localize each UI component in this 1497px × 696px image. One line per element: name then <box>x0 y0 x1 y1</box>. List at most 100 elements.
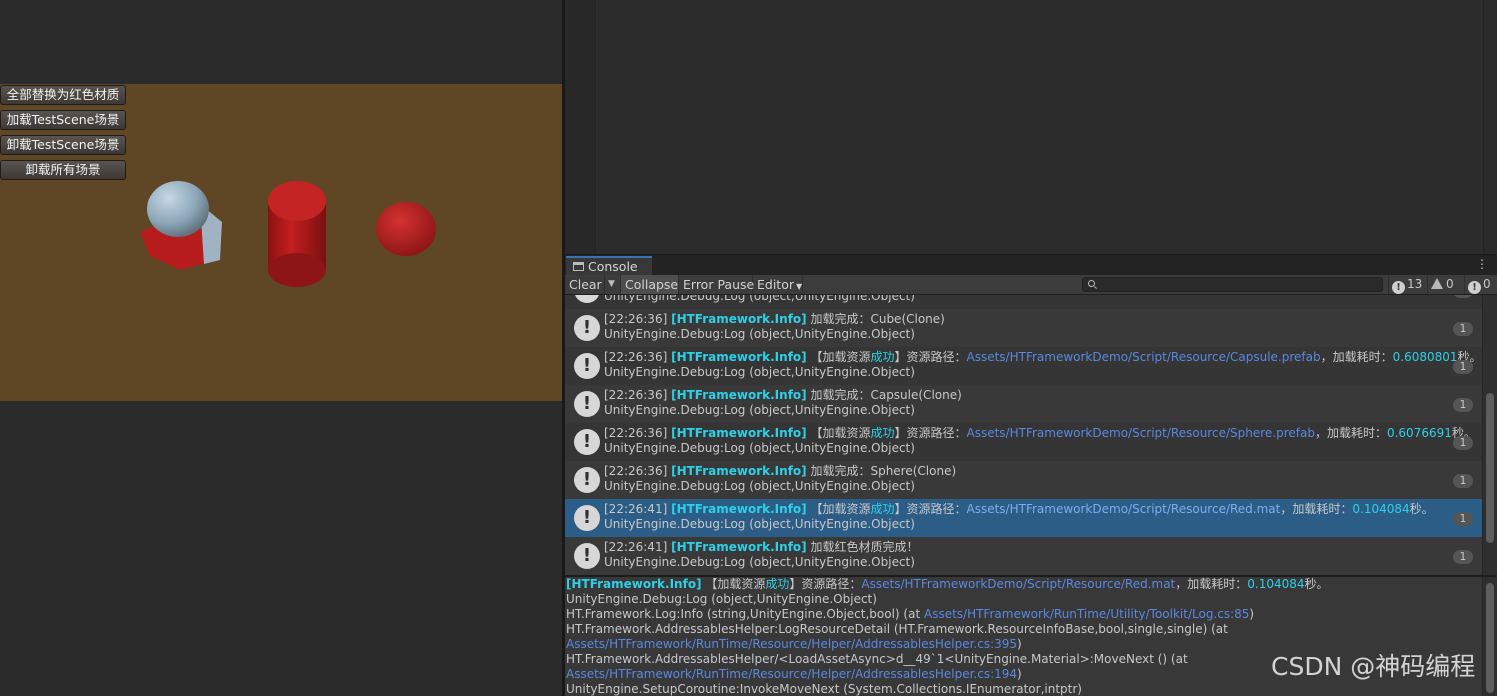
log-count-badge: 1 <box>1453 360 1473 374</box>
log-list: ! UnityEngine.Debug:Log (object,UnityEng… <box>565 295 1482 576</box>
search-input[interactable] <box>1082 277 1383 292</box>
log-stack-line: UnityEngine.Debug:Log (object,UnityEngin… <box>604 365 915 379</box>
collapse-toggle[interactable]: Collapse <box>621 275 679 294</box>
info-count: 13 <box>1407 277 1423 291</box>
game-view: 全部替换为红色材质 加载TestScene场景 卸载TestScene场景 卸载… <box>0 0 562 696</box>
log-message-line: [22:26:36] [HTFramework.Info] 加载完成：Cube(… <box>604 312 945 327</box>
clear-options-chevron-down-icon[interactable]: ▼ <box>605 275 621 294</box>
unity-editor: 全部替换为红色材质 加载TestScene场景 卸载TestScene场景 卸载… <box>0 0 1497 696</box>
log-duration: 0.6080801 <box>1392 350 1458 364</box>
log-row[interactable]: ! [22:26:36] [HTFramework.Info] 加载完成：Sphe… <box>565 461 1482 499</box>
source-link[interactable]: Assets/HTFramework/RunTime/Utility/Toolk… <box>924 607 1249 621</box>
source-link[interactable]: Assets/HTFramework/RunTime/Resource/Help… <box>566 637 1017 651</box>
log-row[interactable]: ! [22:26:41] [HTFramework.Info] 【加载资源成功】资… <box>565 499 1482 537</box>
log-tag: [HTFramework.Info] <box>671 350 807 364</box>
detail-stack-line: Assets/HTFramework/RunTime/Resource/Help… <box>566 667 1022 682</box>
log-tag: [HTFramework.Info] <box>671 388 807 402</box>
log-message-line: [22:26:41] [HTFramework.Info] 加载红色材质完成！ <box>604 540 918 555</box>
log-row[interactable]: ! [22:26:36] [HTFramework.Info] 加载完成：Cube… <box>565 309 1482 347</box>
detail-text: 【加载资源 <box>701 577 766 591</box>
info-icon: ! <box>574 295 600 303</box>
info-icon: ! <box>574 467 600 493</box>
detail-asset-link[interactable]: Assets/HTFrameworkDemo/Script/Resource/R… <box>861 577 1175 591</box>
log-list-scroll-thumb[interactable] <box>1486 393 1494 543</box>
detail-text: 秒。 <box>1304 577 1329 591</box>
log-asset-link[interactable]: Assets/HTFrameworkDemo/Script/Resource/S… <box>967 426 1315 440</box>
top-panel-gutter <box>565 0 596 254</box>
unload-all-scenes-button[interactable]: 卸载所有场景 <box>0 160 126 180</box>
tab-console-label: Console <box>588 259 638 274</box>
info-icon: ! <box>574 315 600 341</box>
sphere-object <box>376 202 436 256</box>
log-text: 【加载资源 <box>806 502 871 516</box>
detail-scroll-thumb[interactable] <box>1486 583 1494 693</box>
log-count-badge: 1 <box>1453 398 1473 412</box>
detail-tag: [HTFramework.Info] <box>566 577 702 591</box>
replace-red-material-button[interactable]: 全部替换为红色材质 <box>0 85 126 105</box>
warning-count-toggle[interactable]: 0 <box>1427 275 1463 294</box>
load-testscene-button[interactable]: 加载TestScene场景 <box>0 110 126 130</box>
log-asset-link[interactable]: Assets/HTFrameworkDemo/Script/Resource/C… <box>967 350 1321 364</box>
info-count-toggle[interactable]: ! 13 <box>1388 275 1426 294</box>
console-tab-bar: Console ⋮ <box>565 254 1497 276</box>
clear-button[interactable]: Clear <box>565 275 605 294</box>
editor-dropdown[interactable]: Editor ▼ <box>753 275 803 294</box>
log-count-badge: 1 <box>1453 322 1473 336</box>
log-list-scrollbar[interactable] <box>1482 295 1497 576</box>
detail-text: HT.Framework.Log:Info (string,UnityEngin… <box>566 607 924 621</box>
error-pause-toggle[interactable]: Error Pause <box>679 275 754 294</box>
log-highlight: 成功 <box>870 502 895 516</box>
log-time: [22:26:36] <box>604 464 668 478</box>
log-row[interactable]: ! UnityEngine.Debug:Log (object,UnityEng… <box>565 295 1482 309</box>
unload-testscene-button[interactable]: 卸载TestScene场景 <box>0 135 126 155</box>
log-stack-line: UnityEngine.Debug:Log (object,UnityEngin… <box>604 295 915 303</box>
detail-scrollbar[interactable] <box>1482 577 1497 696</box>
detail-text: ) <box>1017 667 1022 681</box>
detail-stack-line: HT.Framework.AddressablesHelper:LogResou… <box>566 622 1228 636</box>
log-stack-line: UnityEngine.Debug:Log (object,UnityEngin… <box>604 479 915 493</box>
log-stack-line: UnityEngine.Debug:Log (object,UnityEngin… <box>604 441 915 455</box>
error-count-toggle[interactable]: ! 0 <box>1464 275 1497 294</box>
search-icon <box>1088 280 1095 287</box>
log-highlight: 成功 <box>870 426 895 440</box>
log-text: ，加载耗时： <box>1314 426 1387 440</box>
detail-stack-line: Assets/HTFramework/RunTime/Resource/Help… <box>566 637 1022 652</box>
log-row[interactable]: ! [22:26:36] [HTFramework.Info] 加载完成：Caps… <box>565 385 1482 423</box>
detail-stack-line: HT.Framework.AddressablesHelper/<LoadAss… <box>566 652 1188 666</box>
source-link[interactable]: Assets/HTFramework/RunTime/Resource/Help… <box>566 667 1017 681</box>
warning-count: 0 <box>1446 277 1454 291</box>
tab-console[interactable]: Console <box>566 256 652 276</box>
log-text: 秒。 <box>1409 502 1434 516</box>
cube-object <box>140 181 222 270</box>
log-text: 】资源路径： <box>894 502 967 516</box>
log-count-badge: 1 <box>1453 474 1473 488</box>
scene-objects <box>140 181 436 287</box>
log-asset-link[interactable]: Assets/HTFrameworkDemo/Script/Resource/R… <box>967 502 1281 516</box>
info-icon: ! <box>574 429 600 455</box>
info-icon: ! <box>574 391 600 417</box>
log-text: ，加载耗时： <box>1280 502 1353 516</box>
log-row[interactable]: ! [22:26:41] [HTFramework.Info] 加载红色材质完成！… <box>565 537 1482 575</box>
log-count-badge: 1 <box>1453 436 1473 450</box>
more-options-icon[interactable]: ⋮ <box>1476 257 1488 272</box>
log-message-line: [22:26:36] [HTFramework.Info] 【加载资源成功】资源… <box>604 426 1476 441</box>
log-row[interactable]: ! [22:26:36] [HTFramework.Info] 【加载资源成功】资… <box>565 423 1482 461</box>
log-tag: [HTFramework.Info] <box>671 426 807 440</box>
log-text: 加载完成：Cube(Clone) <box>806 312 945 326</box>
console-icon <box>573 262 584 271</box>
watermark: CSDN @神码编程 <box>1271 652 1476 681</box>
log-tag: [HTFramework.Info] <box>671 502 807 516</box>
log-count-badge: 1 <box>1453 295 1473 298</box>
log-duration: 0.104084 <box>1352 502 1410 516</box>
log-row[interactable]: ! [22:26:36] [HTFramework.Info] 【加载资源成功】资… <box>565 347 1482 385</box>
detail-text: ) <box>1249 607 1255 621</box>
log-time: [22:26:36] <box>604 388 668 402</box>
log-count-badge: 1 <box>1453 512 1473 526</box>
top-panel-scrollbar[interactable] <box>1483 0 1497 254</box>
top-panel <box>565 0 1497 254</box>
console-toolbar: Clear ▼ Collapse Error Pause Editor ▼ ! 13… <box>565 275 1497 295</box>
detail-message-line: [HTFramework.Info] 【加载资源成功】资源路径：Assets/H… <box>566 577 1329 592</box>
log-time: [22:26:36] <box>604 426 668 440</box>
log-stack-line: UnityEngine.Debug:Log (object,UnityEngin… <box>604 403 915 417</box>
log-message-line: [22:26:36] [HTFramework.Info] 【加载资源成功】资源… <box>604 350 1482 365</box>
